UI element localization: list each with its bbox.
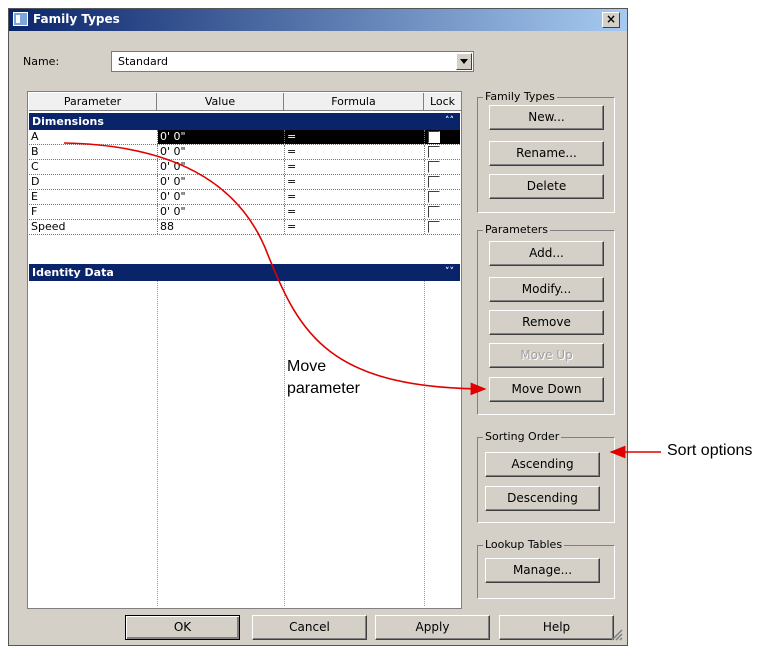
annotation-sort-options: Sort options <box>667 442 753 459</box>
annotation-move-line2: parameter <box>287 380 360 397</box>
move-parameter-arrow <box>63 142 487 396</box>
annotation-arrows <box>63 142 661 459</box>
annotation-move-line1: Move <box>287 358 327 375</box>
